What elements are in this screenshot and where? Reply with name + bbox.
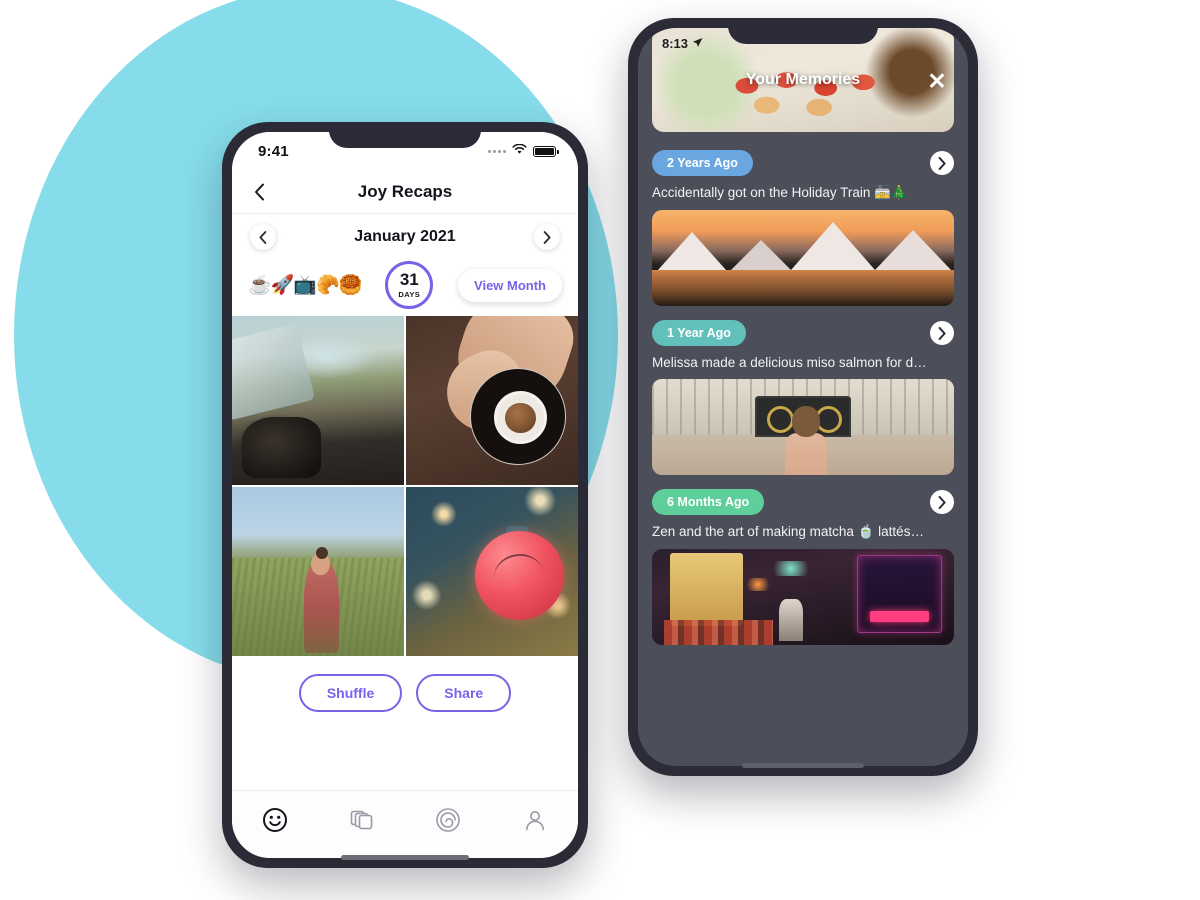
days-count-value: 31 xyxy=(399,270,419,289)
battery-icon xyxy=(533,145,559,157)
photo-coffee-cup[interactable] xyxy=(406,316,578,485)
memory-caption: Accidentally got on the Holiday Train 🚋🎄 xyxy=(652,185,908,200)
tab-feed[interactable] xyxy=(253,803,297,837)
current-month-label: January 2021 xyxy=(354,228,456,245)
action-buttons-row: Shuffle Share xyxy=(232,656,578,712)
tab-bar xyxy=(232,790,578,858)
phone-notch xyxy=(728,18,878,44)
age-badge: 1 Year Ago xyxy=(652,320,746,346)
status-time: 9:41 xyxy=(258,142,289,160)
status-bar: 8:13 xyxy=(662,36,703,51)
signal-dots-icon xyxy=(488,149,506,153)
spiral-icon xyxy=(436,807,461,832)
content-spacer xyxy=(232,712,578,790)
shuffle-button[interactable]: Shuffle xyxy=(298,674,403,712)
view-month-button[interactable]: View Month xyxy=(458,268,562,302)
close-button[interactable]: ✕ xyxy=(924,68,950,94)
location-arrow-icon xyxy=(692,36,703,51)
smiley-face-icon xyxy=(263,807,288,832)
status-time: 8:13 xyxy=(662,36,689,51)
chevron-left-icon xyxy=(254,183,264,200)
nav-bar: Joy Recaps xyxy=(232,170,578,214)
open-memory-button[interactable] xyxy=(930,151,954,175)
memory-item: 2 Years Ago Accidentally got on the Holi… xyxy=(652,150,954,306)
photo-car-drive[interactable] xyxy=(232,316,404,485)
days-count-ring: 31 DAYS xyxy=(385,261,434,309)
status-indicators xyxy=(488,142,559,160)
days-count-caption: DAYS xyxy=(398,290,421,299)
photo-woman-field[interactable] xyxy=(232,487,404,656)
right-phone-screen: Your Memories 2 Years Ago Accidentally g… xyxy=(638,28,968,766)
photo-palace-gates[interactable] xyxy=(652,379,954,475)
tab-collections[interactable] xyxy=(340,803,384,837)
page-title: Joy Recaps xyxy=(357,181,453,201)
memory-header: 1 Year Ago xyxy=(652,320,954,346)
stacked-cards-icon xyxy=(350,810,373,829)
chevron-right-icon xyxy=(938,326,946,340)
tab-profile[interactable] xyxy=(513,803,557,837)
chevron-left-icon xyxy=(259,230,267,244)
memory-caption: Zen and the art of making matcha 🍵 latté… xyxy=(652,524,924,539)
photo-grid xyxy=(232,316,578,656)
person-icon xyxy=(525,810,544,830)
wifi-icon xyxy=(512,142,527,160)
chevron-right-icon xyxy=(543,230,551,244)
chevron-right-icon xyxy=(938,156,946,170)
memory-header: 6 Months Ago xyxy=(652,489,954,515)
screenshot-canvas: 9:41 Joy Recaps January 2021 ☕🚀📺🥐🥮 31 DA… xyxy=(0,0,1200,900)
home-indicator[interactable] xyxy=(742,763,864,768)
memory-item: 1 Year Ago Melissa made a delicious miso… xyxy=(652,320,954,475)
phone-notch xyxy=(329,122,481,148)
open-memory-button[interactable] xyxy=(930,321,954,345)
memory-caption: Melissa made a delicious miso salmon for… xyxy=(652,355,927,370)
photo-christmas-ornament[interactable] xyxy=(406,487,578,656)
back-button[interactable] xyxy=(246,179,272,205)
memory-item: 6 Months Ago Zen and the art of making m… xyxy=(652,489,954,645)
photo-mountains-sunset[interactable] xyxy=(652,210,954,306)
memories-list: 2 Years Ago Accidentally got on the Holi… xyxy=(638,132,968,766)
next-month-button[interactable] xyxy=(534,224,560,250)
age-badge: 6 Months Ago xyxy=(652,489,765,515)
share-button[interactable]: Share xyxy=(416,674,512,712)
left-phone-mockup: 9:41 Joy Recaps January 2021 ☕🚀📺🥐🥮 31 DA… xyxy=(222,122,588,868)
open-memory-button[interactable] xyxy=(930,490,954,514)
left-phone-screen: 9:41 Joy Recaps January 2021 ☕🚀📺🥐🥮 31 DA… xyxy=(232,132,578,858)
right-phone-mockup: Your Memories 2 Years Ago Accidentally g… xyxy=(628,18,978,776)
previous-month-button[interactable] xyxy=(250,224,276,250)
month-selector: January 2021 xyxy=(232,214,578,260)
photo-tokyo-alley[interactable] xyxy=(652,549,954,645)
chevron-right-icon xyxy=(938,495,946,509)
tab-recaps[interactable] xyxy=(426,803,470,837)
age-badge: 2 Years Ago xyxy=(652,150,753,176)
home-indicator[interactable] xyxy=(341,855,469,860)
month-emoji-strip: ☕🚀📺🥐🥮 xyxy=(248,274,362,296)
month-summary-row: ☕🚀📺🥐🥮 31 DAYS View Month xyxy=(232,260,578,316)
memory-header: 2 Years Ago xyxy=(652,150,954,176)
